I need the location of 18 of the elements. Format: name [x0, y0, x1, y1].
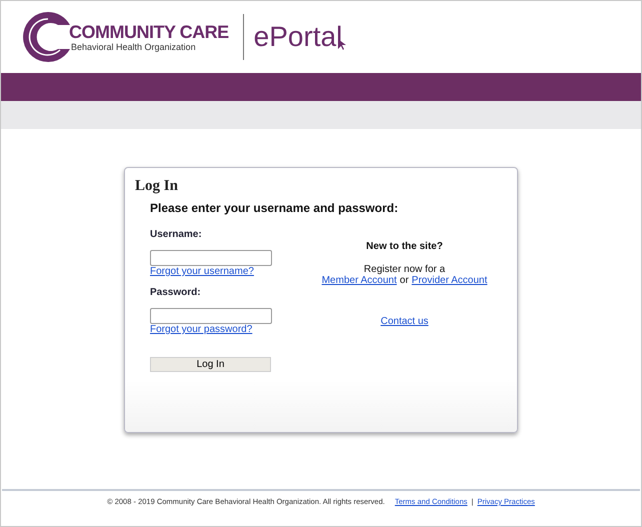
joiner-text: or [400, 275, 409, 286]
field-label: Password: [150, 287, 202, 298]
card-title: Log In [135, 178, 179, 195]
register-text: Register now for a [364, 264, 446, 275]
register-heading: New to the site? [366, 241, 443, 252]
forgot-link[interactable]: Forgot your username? [150, 266, 254, 277]
provider-account-link[interactable]: Provider Account [412, 275, 488, 286]
member-account-link[interactable]: Member Account [322, 275, 397, 286]
portal-title: ePortal [254, 21, 342, 53]
login-button[interactable]: Log In [150, 357, 271, 372]
brand-tagline: Behavioral Health Organization [71, 42, 197, 52]
instruction-text: Please enter your username and password: [150, 201, 400, 215]
input-field[interactable] [150, 250, 272, 266]
brand-name: COMMUNITY CARE [69, 22, 229, 42]
field-label: Username: [150, 229, 203, 240]
input-field[interactable] [150, 308, 272, 324]
contact-link[interactable]: Contact us [380, 316, 428, 327]
forgot-link[interactable]: Forgot your password? [150, 324, 252, 335]
